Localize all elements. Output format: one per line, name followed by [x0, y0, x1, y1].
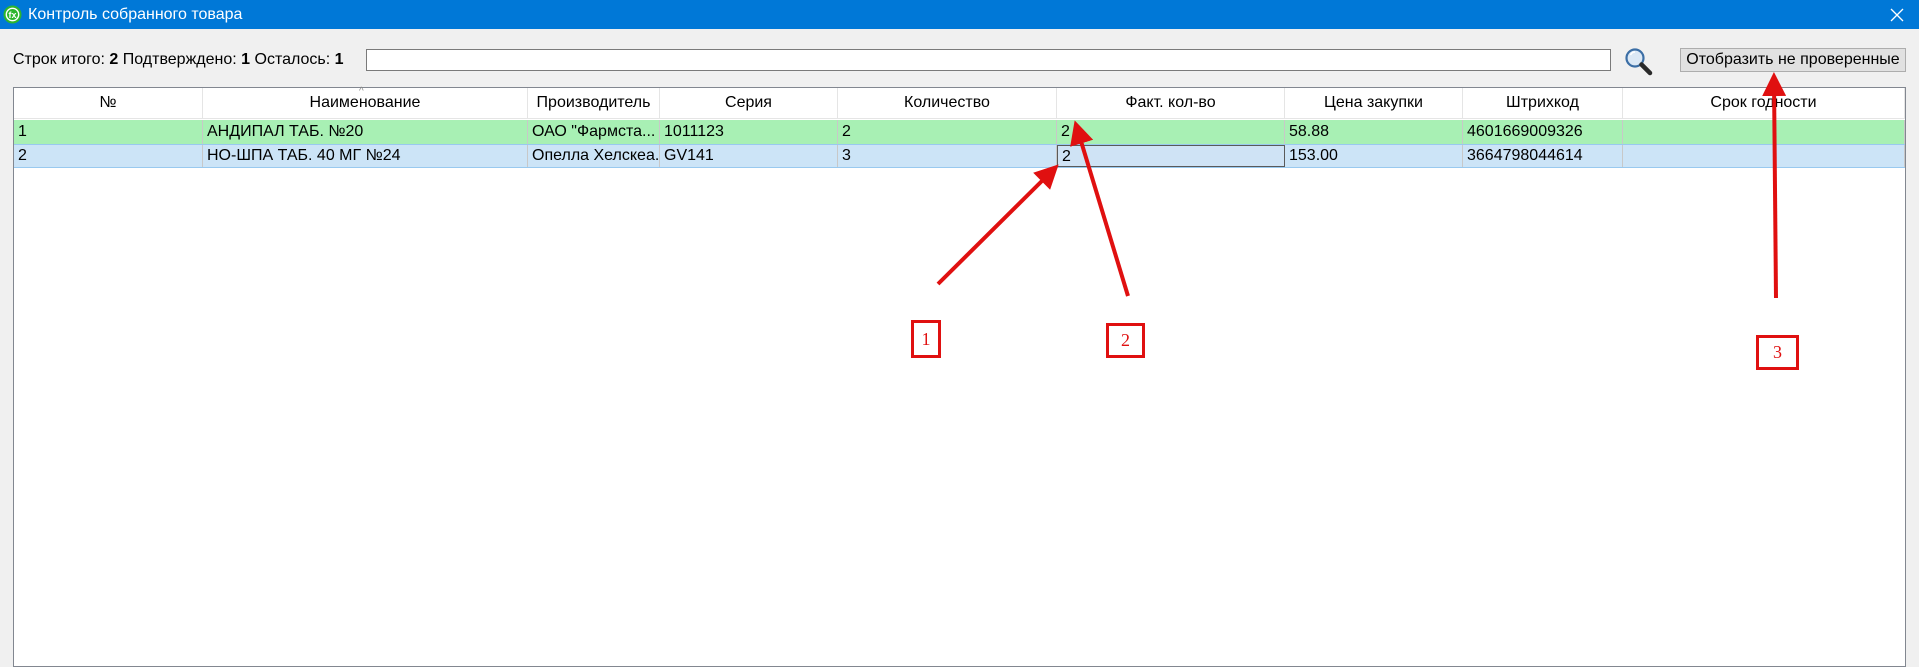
column-header-actual-quantity[interactable]: Факт. кол-во [1057, 88, 1285, 119]
column-header-manufacturer[interactable]: Производитель [528, 88, 660, 119]
cell-number: 1 [14, 120, 203, 144]
cell-manufacturer: ОАО "Фармста... [528, 120, 660, 144]
remaining-value: 1 [334, 51, 344, 68]
close-icon [1890, 8, 1904, 21]
cell-quantity: 2 [838, 120, 1057, 144]
app-icon: fx [3, 5, 22, 24]
rows-total-value: 2 [109, 51, 119, 68]
cell-barcode: 3664798044614 [1463, 145, 1623, 167]
cell-quantity: 3 [838, 145, 1057, 167]
table-header: № Наименование ^ Производитель Серия Кол… [14, 86, 1905, 120]
cell-name: АНДИПАЛ ТАБ. №20 [203, 120, 528, 144]
goods-table: № Наименование ^ Производитель Серия Кол… [13, 86, 1906, 667]
column-header-quantity[interactable]: Количество [838, 88, 1057, 119]
summary-status: Строк итого: 2 Подтверждено: 1 Осталось:… [13, 50, 344, 70]
search-icon[interactable] [1623, 46, 1655, 76]
svg-text:fx: fx [8, 10, 16, 20]
cell-series: 1011123 [660, 120, 838, 144]
show-unchecked-button[interactable]: Отобразить не проверенные [1680, 48, 1906, 72]
rows-total-label: Строк итого: [13, 51, 105, 68]
column-header-barcode[interactable]: Штрихкод [1463, 88, 1623, 119]
sort-up-icon: ^ [359, 86, 364, 97]
annotation-marker-1: 1 [911, 320, 941, 358]
column-header-expiry[interactable]: Срок годности [1623, 88, 1905, 119]
column-header-name-label: Наименование [309, 94, 421, 111]
annotation-marker-2: 2 [1106, 323, 1145, 358]
annotation-marker-3: 3 [1756, 335, 1799, 370]
cell-series: GV141 [660, 145, 838, 167]
cell-manufacturer: Опелла Хелскеа... [528, 145, 660, 167]
cell-purchase-price: 58.88 [1285, 120, 1463, 144]
remaining-label: Осталось: [254, 51, 331, 68]
cell-name: НО-ШПА ТАБ. 40 МГ №24 [203, 145, 528, 167]
confirmed-label: Подтверждено: [122, 51, 237, 68]
cell-actual-quantity[interactable]: 2 [1057, 120, 1285, 144]
column-header-purchase-price[interactable]: Цена закупки [1285, 88, 1463, 119]
column-header-number[interactable]: № [14, 88, 203, 119]
confirmed-value: 1 [241, 51, 251, 68]
table-row[interactable]: 1 АНДИПАЛ ТАБ. №20 ОАО "Фармста... 10111… [14, 120, 1905, 144]
cell-expiry [1623, 120, 1905, 144]
cell-number: 2 [14, 145, 203, 167]
cell-expiry [1623, 145, 1905, 167]
cell-purchase-price: 153.00 [1285, 145, 1463, 167]
close-button[interactable] [1875, 0, 1919, 29]
column-header-name[interactable]: Наименование [203, 88, 528, 119]
cell-barcode: 4601669009326 [1463, 120, 1623, 144]
window-title: Контроль собранного товара [28, 6, 243, 23]
column-header-series[interactable]: Серия [660, 88, 838, 119]
title-bar: fx Контроль собранного товара [0, 0, 1919, 29]
search-input[interactable] [366, 49, 1611, 71]
table-row[interactable]: 2 НО-ШПА ТАБ. 40 МГ №24 Опелла Хелскеа..… [14, 144, 1905, 168]
actual-quantity-editor[interactable]: 2 [1057, 145, 1285, 167]
